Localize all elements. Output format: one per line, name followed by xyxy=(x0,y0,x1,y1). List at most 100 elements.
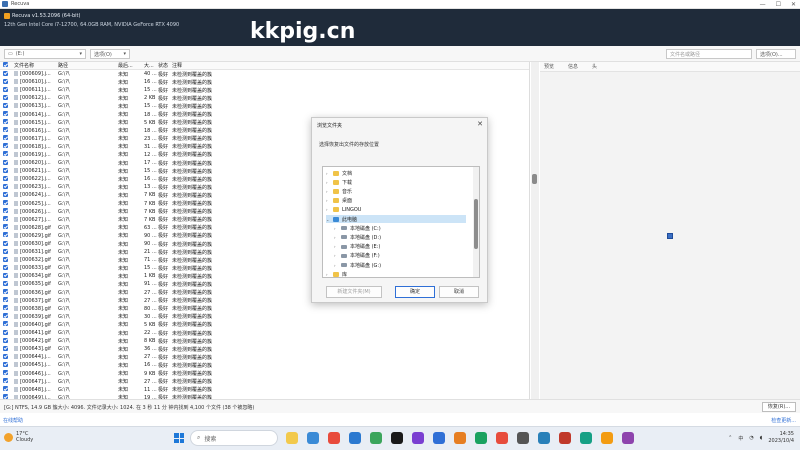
column-header-name[interactable]: 文件名称 xyxy=(14,62,58,69)
tree-expand-icon[interactable]: ⌄ xyxy=(326,217,330,222)
row-checkbox[interactable] xyxy=(0,102,14,110)
drive-select[interactable]: ▭ (E:) ▾ xyxy=(4,49,86,59)
network-icon[interactable]: ◔ xyxy=(749,435,753,441)
dialog-close-icon[interactable]: ✕ xyxy=(477,120,483,128)
row-checkbox[interactable] xyxy=(0,289,14,296)
volume-icon[interactable]: ◖ xyxy=(760,435,763,441)
ok-button[interactable]: 确定 xyxy=(395,286,435,298)
row-checkbox[interactable] xyxy=(0,370,14,377)
tree-expand-icon[interactable]: › xyxy=(326,171,330,176)
table-row[interactable]: [000640].gif G:\?\ 未知 5 KB 极好 未检测到覆盖的簇 xyxy=(0,320,529,329)
taskbar-app-icon[interactable] xyxy=(286,432,298,444)
clock[interactable]: 14:35 2023/10/4 xyxy=(768,431,794,445)
tree-item[interactable]: › 本地磁盘 (E:) xyxy=(334,243,466,251)
column-header-size[interactable]: 大... xyxy=(144,62,158,69)
row-checkbox[interactable] xyxy=(0,167,14,175)
row-checkbox[interactable] xyxy=(0,378,14,385)
taskbar-app-icon[interactable] xyxy=(622,432,634,444)
tree-item[interactable]: › 桌面 xyxy=(326,197,466,205)
search-input[interactable]: 文件名或路径 xyxy=(666,49,752,59)
row-checkbox[interactable] xyxy=(0,119,14,126)
tree-item[interactable]: › 音乐 xyxy=(326,187,466,195)
row-checkbox[interactable] xyxy=(0,321,14,328)
table-row[interactable]: [000611].j... G:\?\ 未知 15 ... 极好 未检测到覆盖的簇 xyxy=(0,86,529,94)
options-button[interactable]: 选项(O)... xyxy=(756,49,796,59)
taskbar-app-icon[interactable] xyxy=(538,432,550,444)
row-checkbox[interactable] xyxy=(0,297,14,304)
tree-expand-icon[interactable]: › xyxy=(326,180,330,185)
select-all-checkbox[interactable] xyxy=(0,62,14,69)
row-checkbox[interactable] xyxy=(0,94,14,102)
taskbar-app-icon[interactable] xyxy=(601,432,613,444)
row-checkbox[interactable] xyxy=(0,78,14,86)
row-checkbox[interactable] xyxy=(0,305,14,312)
tab-header[interactable]: 头 xyxy=(592,63,597,70)
tree-expand-icon[interactable]: › xyxy=(334,226,338,231)
view-select[interactable]: 选项(O) ▾ xyxy=(90,49,130,59)
row-checkbox[interactable] xyxy=(0,200,14,207)
row-checkbox[interactable] xyxy=(0,345,14,353)
tree-item[interactable]: › 本地磁盘 (C:) xyxy=(334,224,466,232)
row-checkbox[interactable] xyxy=(0,353,14,361)
table-row[interactable]: [000643].gif G:\?\ 未知 36 ... 极好 未检测到覆盖的簇 xyxy=(0,345,529,353)
tree-item[interactable]: › 本地磁盘 (D:) xyxy=(334,233,466,241)
tree-item[interactable]: › 下载 xyxy=(326,178,466,186)
row-checkbox[interactable] xyxy=(0,175,14,183)
folder-tree-scroll-thumb[interactable] xyxy=(474,199,478,249)
input-language[interactable]: 中 xyxy=(738,435,743,442)
row-checkbox[interactable] xyxy=(0,111,14,118)
table-row[interactable]: [000642].gif G:\?\ 未知 8 KB 极好 未检测到覆盖的簇 xyxy=(0,337,529,346)
row-checkbox[interactable] xyxy=(0,191,14,199)
tree-item[interactable]: ⌄ 此电脑 xyxy=(326,215,466,223)
minimize-button[interactable]: — xyxy=(760,1,766,8)
taskbar-app-icon[interactable] xyxy=(496,432,508,444)
row-checkbox[interactable] xyxy=(0,280,14,288)
tree-item[interactable]: › 文档 xyxy=(326,169,466,177)
taskbar-app-icon[interactable] xyxy=(328,432,340,444)
windows-start-icon[interactable] xyxy=(172,431,186,445)
table-row[interactable]: [000639].gif G:\?\ 未知 30 ... 极好 未检测到覆盖的簇 xyxy=(0,313,529,321)
table-row[interactable]: [000645].j... G:\?\ 未知 16 ... 极好 未检测到覆盖的簇 xyxy=(0,361,529,369)
taskbar-app-icon[interactable] xyxy=(370,432,382,444)
taskbar-app-icon[interactable] xyxy=(433,432,445,444)
tree-item[interactable]: › 库 xyxy=(326,270,466,277)
taskbar-app-icon[interactable] xyxy=(391,432,403,444)
check-updates-link[interactable]: 检查更新... xyxy=(771,417,796,424)
row-checkbox[interactable] xyxy=(0,248,14,256)
table-row[interactable]: [000638].gif G:\?\ 未知 80 ... 极好 未检测到覆盖的簇 xyxy=(0,304,529,313)
cancel-button[interactable]: 取消 xyxy=(439,286,479,298)
taskbar-app-icon[interactable] xyxy=(349,432,361,444)
row-checkbox[interactable] xyxy=(0,256,14,264)
column-header-path[interactable]: 路径 xyxy=(58,62,118,69)
tree-expand-icon[interactable]: › xyxy=(326,272,330,277)
tree-item[interactable]: › LINGOU xyxy=(326,206,466,214)
table-row[interactable]: [000647].j... G:\?\ 未知 27 ... 极好 未检测到覆盖的簇 xyxy=(0,378,529,386)
table-row[interactable]: [000644].j... G:\?\ 未知 27 ... 极好 未检测到覆盖的簇 xyxy=(0,353,529,362)
row-checkbox[interactable] xyxy=(0,216,14,223)
tray-chevron-icon[interactable]: ⌃ xyxy=(728,435,732,441)
table-row[interactable]: [000641].gif G:\?\ 未知 22 ... 极好 未检测到覆盖的簇 xyxy=(0,329,529,337)
table-row[interactable]: [000613].j... G:\?\ 未知 15 ... 极好 未检测到覆盖的簇 xyxy=(0,102,529,110)
taskbar-app-icon[interactable] xyxy=(517,432,529,444)
row-checkbox[interactable] xyxy=(0,183,14,191)
recover-button[interactable]: 恢复(R)... xyxy=(762,402,796,412)
row-checkbox[interactable] xyxy=(0,329,14,337)
table-row[interactable]: [000646].j... G:\?\ 未知 9 KB 极好 未检测到覆盖的簇 xyxy=(0,369,529,378)
row-checkbox[interactable] xyxy=(0,70,14,78)
taskbar-app-icon[interactable] xyxy=(412,432,424,444)
column-header-state[interactable]: 状态 xyxy=(158,62,172,69)
table-row[interactable]: [000610].j... G:\?\ 未知 16 ... 极好 未检测到覆盖的簇 xyxy=(0,78,529,87)
tree-expand-icon[interactable]: › xyxy=(326,207,330,212)
tree-expand-icon[interactable]: › xyxy=(326,189,330,194)
row-checkbox[interactable] xyxy=(0,143,14,150)
row-checkbox[interactable] xyxy=(0,208,14,215)
table-row[interactable]: [000648].j... G:\?\ 未知 11 ... 极好 未检测到覆盖的簇 xyxy=(0,385,529,394)
tab-info[interactable]: 信息 xyxy=(568,63,578,70)
file-list-scrollbar[interactable] xyxy=(531,62,539,399)
row-checkbox[interactable] xyxy=(0,272,14,280)
row-checkbox[interactable] xyxy=(0,159,14,167)
column-header-comment[interactable]: 注释 xyxy=(172,62,232,69)
row-checkbox[interactable] xyxy=(0,224,14,231)
row-checkbox[interactable] xyxy=(0,337,14,345)
row-checkbox[interactable] xyxy=(0,386,14,393)
